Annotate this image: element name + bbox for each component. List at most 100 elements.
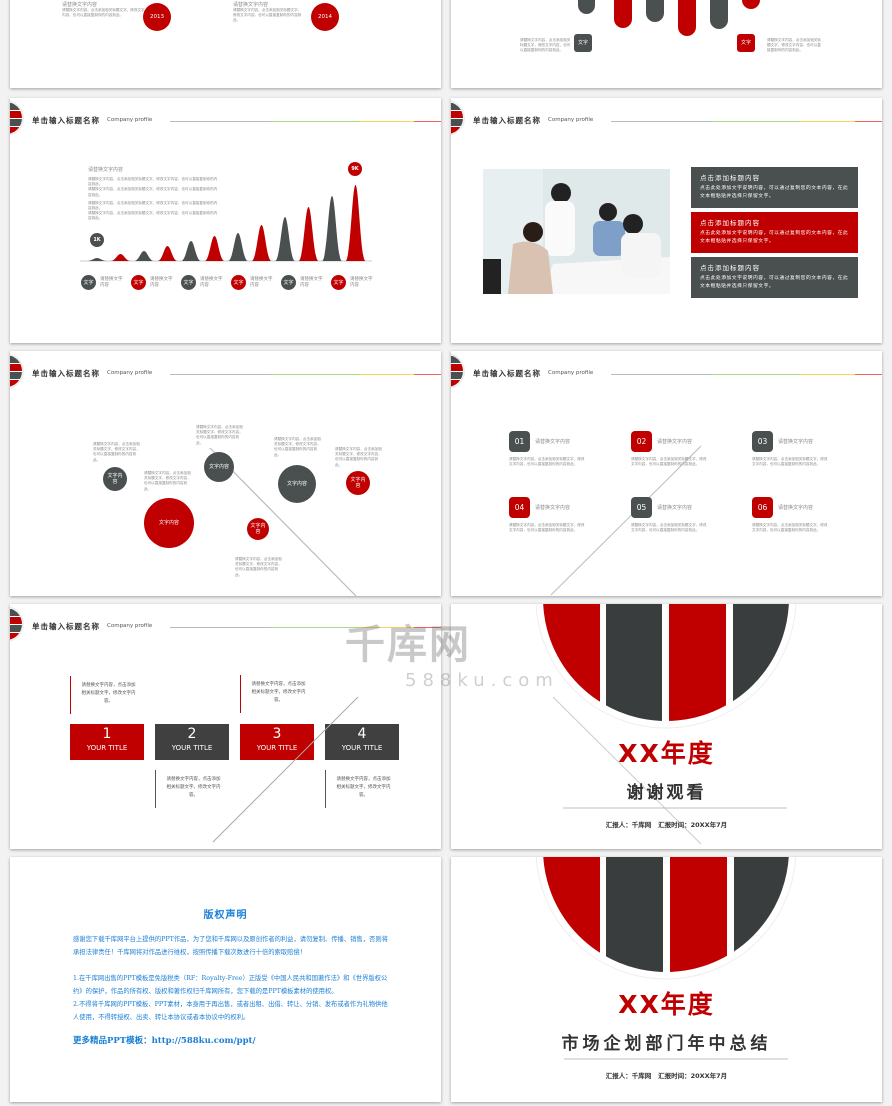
info-box: 点击添加标题内容点击此处添加文字说明内容，可以通过复制您的文本内容，在此文本框粘…	[691, 257, 858, 298]
label-box: 文字	[737, 34, 755, 52]
text-heading: 请替换文字内容	[233, 2, 269, 8]
item-label: 请替换文字内容	[657, 505, 693, 511]
peak	[204, 236, 225, 261]
peak	[322, 196, 342, 261]
legend-circle: 文字	[181, 275, 196, 290]
bar	[742, 0, 760, 9]
striped-circle-graphic	[535, 604, 797, 845]
text-body: 请替换文字内容，点击添加相关标题文字，修改文字内容，也可以直接复制你的内容到此。	[144, 471, 191, 491]
year-circle: 2013	[143, 3, 171, 31]
item-label: 请替换文字内容	[535, 505, 571, 511]
info-box: 点击添加标题内容点击此处添加文字说明内容，可以通过复制您的文本内容，在此文本框粘…	[691, 212, 858, 253]
bar	[678, 0, 696, 36]
legend-circle: 文字	[131, 275, 146, 290]
main-title: XX年度	[618, 739, 715, 768]
bar	[710, 0, 728, 29]
main-title: XX年度	[618, 990, 715, 1019]
bar	[578, 0, 595, 14]
slide-timeline-partial[interactable]: 请替换文字内容 请替换文字内容，点击添加相关标题文字，修改文字内容，也可以直接复…	[10, 0, 441, 88]
text-body: 请替换文字内容，点击添加相关标题文字，修改文字内容，也可以直接复制你的内容到此。	[274, 437, 321, 457]
legend-label: 请替换文字内容	[100, 277, 123, 288]
item-body: 请替换文字内容，点击添加相关标题文字，修改文字内容，也可以直接复制你的内容到此。	[631, 457, 707, 467]
text-body: 请替换文字内容，点击添加相关标题文字，修改文字内容，也可以直接复制你的内容到此。	[233, 8, 302, 23]
legend-label: 请替换文字内容	[350, 277, 373, 288]
text-body: 请替换文字内容，点击添加相关标题文字，修改文字内容，也可以直接复制你的内容到此。	[93, 442, 140, 462]
copyright-paragraph: 感谢您下载千库网平台上提供的PPT作品，为了您和千库网以及原创作者的利益，请勿复…	[73, 936, 388, 956]
item-body: 请替换文字内容，点击添加相关标题文字，修改文字内容，也可以直接复制你的内容到此。	[752, 457, 828, 467]
subtitle: 谢谢观看	[626, 783, 707, 803]
peak	[228, 233, 248, 261]
peak	[251, 225, 272, 261]
time-label: 汇报时间：	[658, 1072, 691, 1080]
item-body: 请替换文字内容，点击添加相关标题文字，修改文字内容，也可以直接复制你的内容到此。	[509, 457, 585, 467]
text-body: 请替换文字内容，点击添加相关标题文字，修改文字内容，也可以直接复制你的内容到此。	[520, 38, 571, 53]
item-label: 请替换文字内容	[778, 505, 814, 511]
slide-bubbles[interactable]: 单击输入标题名称 Company profile 请替换文字内容，点击添加相关标…	[10, 351, 441, 596]
text-heading: 请替换文字内容	[62, 2, 98, 8]
report-time: 20XX年7月	[690, 1072, 728, 1080]
copyright-title: 版权声明	[203, 910, 248, 921]
striped-circle-graphic	[535, 857, 797, 1060]
label-box: 文字	[574, 34, 592, 52]
legend-circle: 文字	[231, 275, 246, 290]
info-body: 点击此处添加文字说明内容，可以通过复制您的文本内容，在此文本框粘贴并选择只保留文…	[700, 231, 849, 244]
info-body: 点击此处添加文字说明内容，可以通过复制您的文本内容，在此文本框粘贴并选择只保留文…	[700, 276, 849, 289]
peak	[181, 241, 201, 261]
legend-label: 请替换文字内容	[200, 277, 223, 288]
text-body: 请替换文字内容，点击添加相关标题文字，修改文字内容，也可以直接复制你的内容到此。	[235, 557, 282, 577]
slide-photo[interactable]: 单击输入标题名称 Company profile 点击添加标题内容点击此处添加文…	[451, 98, 882, 343]
time-label: 汇报时间：	[658, 821, 691, 829]
slide-thanks[interactable]: XX年度 谢谢观看 汇报人：千库网 汇报时间：20XX年7月	[451, 604, 882, 849]
item-body: 请替换文字内容，点击添加相关标题文字，修改文字内容，也可以直接复制你的内容到此。	[631, 523, 707, 533]
legend-circle: 文字	[331, 275, 346, 290]
report-info: 汇报人：千库网 汇报时间：20XX年7月	[451, 819, 882, 829]
peaks-graphic	[80, 185, 372, 262]
legend-label: 请替换文字内容	[250, 277, 273, 288]
start-marker: 1K	[90, 233, 104, 247]
slide-subtitle: Company profile	[548, 117, 594, 123]
slide-copyright[interactable]: 版权声明 感谢您下载千库网平台上提供的PPT作品，为了您和千库网以及原创作者的利…	[10, 857, 441, 1102]
bubble: 文字内容	[346, 471, 370, 495]
info-title: 点击添加标题内容	[700, 174, 760, 182]
header-divider	[611, 121, 882, 122]
number-badge: 01	[509, 431, 530, 452]
slide-title: 单击输入标题名称	[473, 116, 541, 125]
text-body: 请替换文字内容，点击添加相关标题文字，修改文字内容，也可以直接复制你的内容到此。	[196, 425, 243, 445]
reporter: 千库网	[631, 1072, 652, 1080]
number-badge: 05	[631, 497, 652, 518]
peak	[110, 254, 131, 261]
item-label: 请替换文字内容	[535, 439, 571, 445]
reporter-label: 汇报人：	[605, 1072, 632, 1080]
number-badge: 02	[631, 431, 652, 452]
report-time: 20XX年7月	[690, 821, 728, 829]
peak	[134, 251, 154, 261]
item-label: 请替换文字内容	[657, 439, 693, 445]
info-title: 点击添加标题内容	[700, 219, 760, 227]
legend-circle: 文字	[281, 275, 296, 290]
copyright-paragraph: 1.在千库网出售的PPT模板是免版税类（RF：Royalty-Free）正版受《…	[73, 975, 388, 995]
legend-circle: 文字	[81, 275, 96, 290]
legend-label: 请替换文字内容	[150, 277, 173, 288]
text-block: 请替换文字内容 请替换文字内容，点击添加相关标题文字，修改文字内容，也可以直接复…	[62, 1, 147, 18]
team-photo	[483, 169, 670, 294]
slide-numbered[interactable]: 单击输入标题名称 Company profile 01 请替换文字内容 请替换文字内…	[451, 351, 882, 596]
bar	[646, 0, 664, 22]
slide-cover[interactable]: XX年度 市场企划部门年中总结 汇报人：千库网 汇报时间：20XX年7月	[451, 857, 882, 1102]
reporter: 千库网	[631, 821, 652, 829]
bubble: 文字内容	[204, 452, 234, 482]
text-body: 请替换文字内容，点击添加相关标题文字，修改文字内容，也可以直接复制你的内容到此。	[335, 447, 382, 467]
more-templates-link[interactable]: 更多精品PPT模板：http://588ku.com/ppt/	[73, 1034, 393, 1046]
item-label: 请替换文字内容	[778, 439, 814, 445]
diagonal-line	[212, 696, 359, 843]
year-circle: 2014	[311, 3, 339, 31]
peak	[275, 217, 295, 261]
slide-peaks[interactable]: 单击输入标题名称 Company profile 请替换文字内容 请替换文字内容…	[10, 98, 441, 343]
info-title: 点击添加标题内容	[700, 264, 760, 272]
bubble: 文字内容	[247, 518, 269, 540]
text-body: 请替换文字内容，点击添加相关标题文字，修改文字内容，也可以直接复制你的内容到此。	[62, 8, 145, 18]
legend-label: 请替换文字内容	[300, 277, 323, 288]
slide-steps[interactable]: 单击输入标题名称 Company profile 请替换文字内容，点击添加相关标…	[10, 604, 441, 849]
bubble: 文字内容	[103, 467, 127, 491]
slide-bars-partial[interactable]: 请替换文字内容，点击添加相关标题文字，修改文字内容，也可以直接复制你的内容到此。…	[451, 0, 882, 88]
logo-icon	[451, 100, 465, 136]
